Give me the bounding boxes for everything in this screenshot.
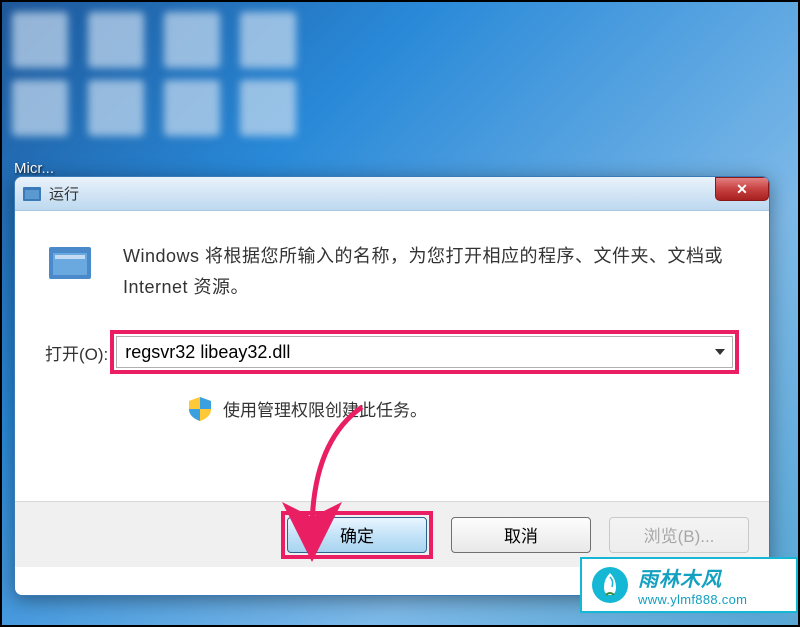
desktop-icon[interactable] — [240, 12, 296, 68]
run-input[interactable] — [116, 336, 733, 368]
shield-icon — [189, 397, 211, 421]
desktop-icon[interactable] — [12, 12, 68, 68]
close-button[interactable]: ✕ — [715, 177, 769, 201]
desktop-icon-label: Micr... — [14, 160, 54, 177]
ok-button-highlight: 确定 — [281, 511, 433, 559]
dialog-title: 运行 — [49, 183, 79, 204]
desktop-icon[interactable] — [240, 80, 296, 136]
ok-button[interactable]: 确定 — [287, 517, 427, 553]
desktop-icon[interactable] — [164, 80, 220, 136]
cancel-button[interactable]: 取消 — [451, 517, 591, 553]
desktop-icon[interactable] — [12, 80, 68, 136]
run-titlebar-icon — [23, 186, 41, 202]
open-label: 打开(O): — [45, 340, 108, 365]
input-highlight — [110, 330, 739, 374]
admin-privilege-text: 使用管理权限创建此任务。 — [223, 396, 427, 421]
dialog-body: Windows 将根据您所输入的名称，为您打开相应的程序、文件夹、文档或 Int… — [15, 211, 769, 501]
titlebar[interactable]: 运行 ✕ — [15, 177, 769, 211]
browse-button[interactable]: 浏览(B)... — [609, 517, 749, 553]
desktop-icon[interactable] — [164, 12, 220, 68]
desktop-icons-area — [2, 2, 306, 146]
run-dialog-icon — [45, 241, 95, 287]
desktop-icon[interactable] — [88, 12, 144, 68]
run-dialog: 运行 ✕ Windows 将根据您所输入的名称，为您打开相应的程序、文件夹、文档… — [14, 176, 770, 596]
watermark-url: www.ylmf888.com — [638, 592, 747, 607]
watermark-title: 雨林木风 — [638, 563, 747, 592]
watermark: 雨林木风 www.ylmf888.com — [580, 557, 798, 613]
close-icon: ✕ — [736, 181, 748, 198]
watermark-logo-icon — [590, 565, 630, 605]
desktop-icon[interactable] — [88, 80, 144, 136]
dialog-description: Windows 将根据您所输入的名称，为您打开相应的程序、文件夹、文档或 Int… — [123, 241, 739, 302]
